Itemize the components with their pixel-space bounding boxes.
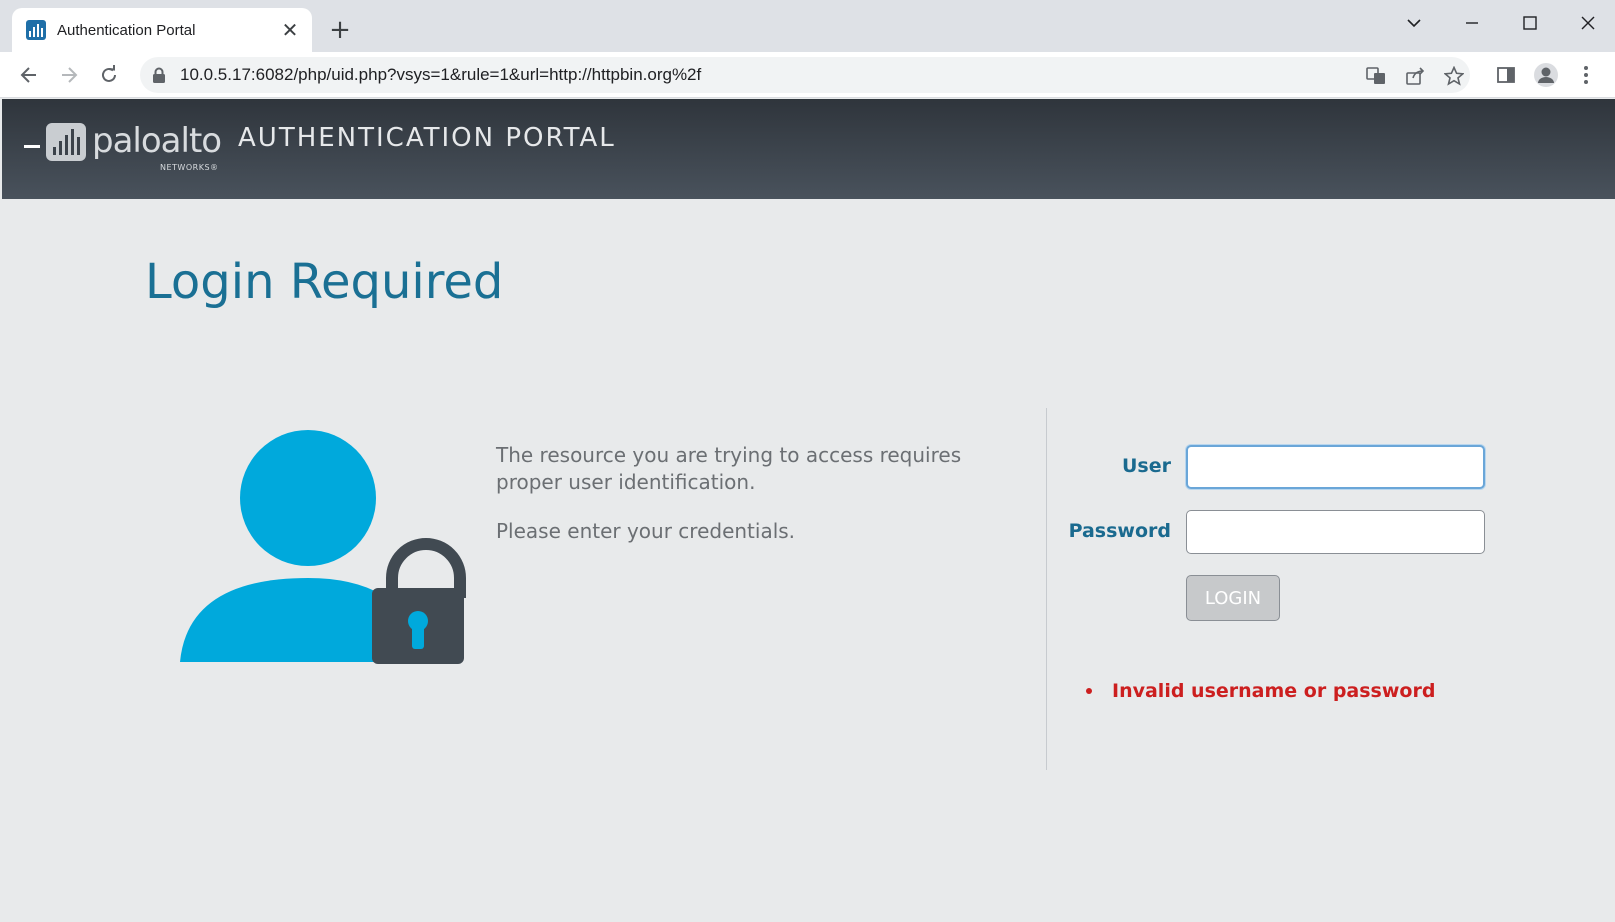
password-input[interactable] bbox=[1186, 510, 1485, 554]
browser-toolbar: 10.0.5.17:6082/php/uid.php?vsys=1&rule=1… bbox=[0, 52, 1615, 98]
bullet-icon bbox=[1086, 688, 1092, 694]
paloalto-logo: paloalto NETWORKS® bbox=[24, 121, 224, 172]
brand-name: paloalto bbox=[92, 121, 222, 161]
paloalto-favicon-icon bbox=[26, 20, 46, 40]
tab-title: Authentication Portal bbox=[57, 21, 196, 39]
password-label: Password bbox=[1068, 520, 1171, 542]
logo-dash bbox=[24, 145, 40, 148]
side-panel-icon[interactable] bbox=[1490, 59, 1522, 91]
browser-window: Authentication Portal ✕ + 10.0.5.17:6082… bbox=[0, 0, 1615, 922]
menu-kebab-icon[interactable] bbox=[1570, 59, 1602, 91]
maximize-icon[interactable] bbox=[1508, 6, 1552, 40]
url-text[interactable]: 10.0.5.17:6082/php/uid.php?vsys=1&rule=1… bbox=[180, 65, 701, 85]
portal-header: paloalto NETWORKS® AUTHENTICATION PORTAL bbox=[2, 99, 1615, 199]
tab-authentication-portal[interactable]: Authentication Portal ✕ bbox=[12, 8, 312, 52]
translate-icon[interactable] bbox=[1365, 65, 1387, 87]
reload-icon[interactable] bbox=[93, 59, 125, 91]
back-icon[interactable] bbox=[13, 59, 45, 91]
vertical-divider bbox=[1046, 408, 1047, 770]
message-identification: The resource you are trying to access re… bbox=[496, 443, 962, 494]
forward-icon[interactable] bbox=[53, 59, 85, 91]
paloalto-logo-icon bbox=[46, 123, 86, 161]
bookmark-star-icon[interactable] bbox=[1443, 65, 1465, 87]
close-window-icon[interactable] bbox=[1566, 6, 1610, 40]
login-button[interactable]: LOGIN bbox=[1186, 575, 1280, 621]
profile-avatar-icon[interactable] bbox=[1530, 59, 1562, 91]
page-title: Login Required bbox=[145, 254, 504, 310]
user-label: User bbox=[1122, 455, 1171, 477]
error-message: Invalid username or password bbox=[1086, 680, 1435, 702]
portal-title: AUTHENTICATION PORTAL bbox=[238, 123, 616, 153]
user-input[interactable] bbox=[1186, 445, 1485, 489]
tab-search-icon[interactable] bbox=[1392, 6, 1436, 40]
message-credentials: Please enter your credentials. bbox=[496, 519, 796, 543]
tab-close-icon[interactable]: ✕ bbox=[278, 18, 302, 42]
tab-strip: Authentication Portal ✕ + bbox=[0, 0, 1615, 52]
address-bar[interactable]: 10.0.5.17:6082/php/uid.php?vsys=1&rule=1… bbox=[140, 57, 1470, 93]
lock-icon[interactable] bbox=[152, 67, 168, 83]
user-lock-illustration bbox=[178, 428, 468, 668]
user-lock-icon bbox=[180, 430, 466, 664]
share-icon[interactable] bbox=[1405, 65, 1427, 87]
brand-sub: NETWORKS® bbox=[160, 163, 219, 172]
minimize-icon[interactable] bbox=[1450, 6, 1494, 40]
error-text: Invalid username or password bbox=[1112, 680, 1436, 702]
new-tab-icon[interactable]: + bbox=[326, 15, 354, 45]
